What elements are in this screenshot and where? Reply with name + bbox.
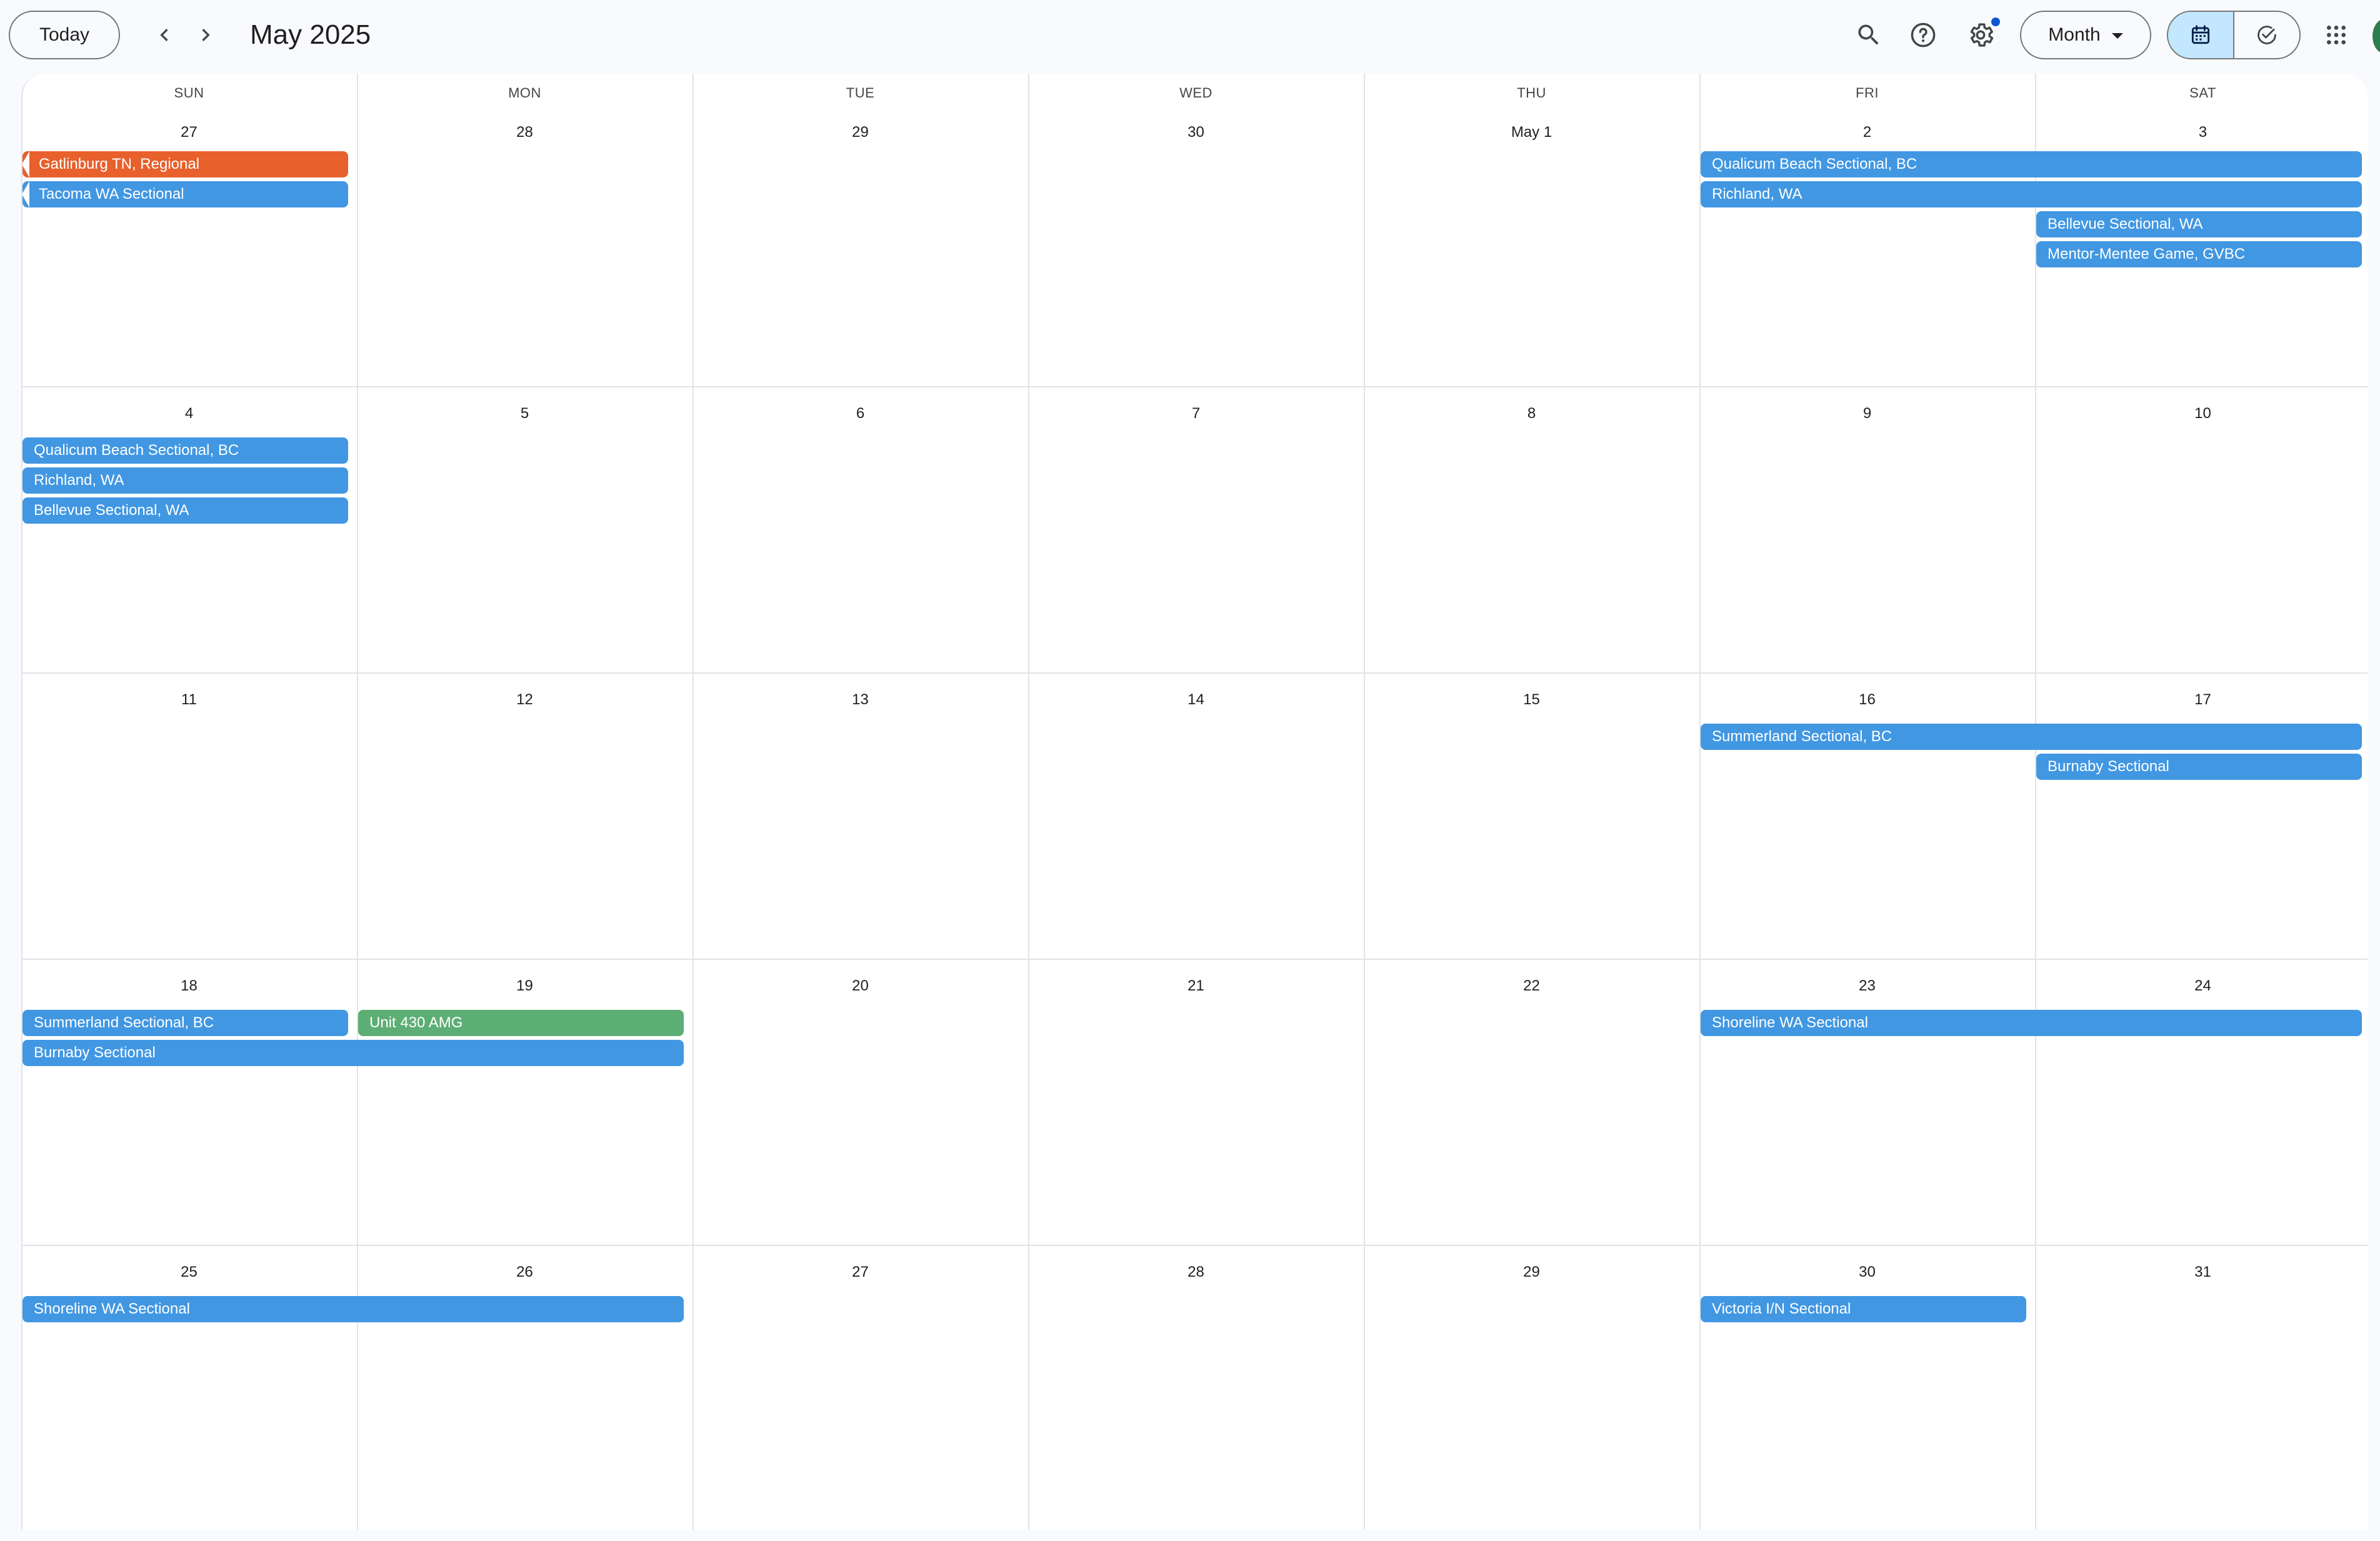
calendar-view-toggle[interactable] [2168,12,2234,58]
view-select-label: Month [2048,24,2101,45]
column-divider [1364,74,1365,1530]
day-number[interactable]: 27 [21,122,357,142]
calendar-event[interactable]: Tacoma WA Sectional [22,181,348,207]
avatar[interactable] [2372,19,2380,54]
help-icon [1911,22,1936,47]
day-number[interactable]: 29 [692,122,1028,142]
help-button[interactable] [1903,15,1943,55]
column-divider [1028,74,1029,1530]
apps-button[interactable] [2316,15,2356,55]
weekday-header-thu: THU [1517,85,1546,101]
day-number[interactable]: 12 [357,690,692,710]
row-divider [21,1245,2368,1246]
calendar-event[interactable]: Qualicum Beach Sectional, BC [22,437,348,464]
calendar-event[interactable]: Burnaby Sectional [2036,754,2362,780]
weekday-header-wed: WED [1179,85,1212,101]
top-bar: Today May 2025 Month [0,0,2380,71]
day-number[interactable]: 22 [1364,976,1699,996]
day-number[interactable]: 31 [2035,1262,2371,1282]
day-number[interactable]: 15 [1364,690,1699,710]
view-select[interactable]: Month [2020,11,2151,59]
column-divider [2035,74,2036,1530]
search-icon [1858,24,1879,45]
previous-month-button[interactable] [144,15,184,55]
row-divider [21,959,2368,960]
search-button[interactable] [1849,15,1889,55]
day-number[interactable]: 4 [21,404,357,424]
calendar-icon [2191,25,2210,44]
weekday-header-fri: FRI [1856,85,1879,101]
chevron-right-icon [202,29,210,41]
calendar-event[interactable]: Mentor-Mentee Game, GVBC [2036,241,2362,267]
day-number[interactable]: 9 [1699,404,2035,424]
calendar-event[interactable]: Gatlinburg TN, Regional [22,151,348,177]
today-button[interactable]: Today [9,11,120,59]
day-number[interactable]: May 1 [1364,122,1699,142]
apps-grid-icon [2327,26,2346,44]
day-number[interactable]: 8 [1364,404,1699,424]
calendar-event[interactable]: Bellevue Sectional, WA [2036,211,2362,237]
day-number[interactable]: 3 [2035,122,2371,142]
calendar-event[interactable]: Richland, WA [22,467,348,494]
day-number[interactable]: 21 [1028,976,1364,996]
weekday-header-sun: SUN [174,85,204,101]
calendar-event[interactable]: Summerland Sectional, BC [22,1010,348,1036]
chevron-left-icon [160,29,168,41]
tasks-view-toggle[interactable] [2234,12,2299,58]
day-number[interactable]: 24 [2035,976,2371,996]
calendar-event[interactable]: Victoria I/N Sectional [1701,1296,2026,1322]
day-number[interactable]: 17 [2035,690,2371,710]
day-number[interactable]: 23 [1699,976,2035,996]
column-divider [692,74,694,1530]
day-number[interactable]: 28 [1028,1262,1364,1282]
day-number[interactable]: 28 [357,122,692,142]
calendar-event[interactable]: Shoreline WA Sectional [22,1296,684,1322]
day-number[interactable]: 30 [1028,122,1364,142]
page-title: May 2025 [250,19,371,50]
caret-down-icon [2111,32,2123,39]
weekday-header-sat: SAT [2189,85,2216,101]
next-month-button[interactable] [186,15,226,55]
calendar-event[interactable]: Burnaby Sectional [22,1040,684,1066]
calendar-event[interactable]: Qualicum Beach Sectional, BC [1701,151,2362,177]
day-number[interactable]: 16 [1699,690,2035,710]
bottom-margin [9,1530,2380,1541]
row-divider [21,386,2368,387]
day-number[interactable]: 6 [692,404,1028,424]
day-number[interactable]: 26 [357,1262,692,1282]
day-number[interactable]: 7 [1028,404,1364,424]
day-number[interactable]: 14 [1028,690,1364,710]
day-number[interactable]: 19 [357,976,692,996]
day-number[interactable]: 2 [1699,122,2035,142]
weekday-header-tue: TUE [846,85,875,101]
day-number[interactable]: 30 [1699,1262,2035,1282]
day-number[interactable]: 25 [21,1262,357,1282]
day-number[interactable]: 13 [692,690,1028,710]
task-check-icon [2258,26,2276,44]
day-number[interactable]: 20 [692,976,1028,996]
day-number[interactable]: 29 [1364,1262,1699,1282]
calendar-event[interactable]: Bellevue Sectional, WA [22,497,348,524]
calendar-event[interactable]: Shoreline WA Sectional [1701,1010,2362,1036]
calendar-event[interactable]: Summerland Sectional, BC [1701,724,2362,750]
view-switcher [2167,11,2301,59]
weekday-header-mon: MON [508,85,541,101]
calendar-event[interactable]: Richland, WA [1701,181,2362,207]
calendar-event[interactable]: Unit 430 AMG [358,1010,684,1036]
day-number[interactable]: 10 [2035,404,2371,424]
day-number[interactable]: 27 [692,1262,1028,1282]
row-divider [21,672,2368,674]
day-number[interactable]: 11 [21,690,357,710]
day-number[interactable]: 5 [357,404,692,424]
day-number[interactable]: 18 [21,976,357,996]
gear-icon [1970,23,1994,47]
notification-dot [1991,17,2000,26]
